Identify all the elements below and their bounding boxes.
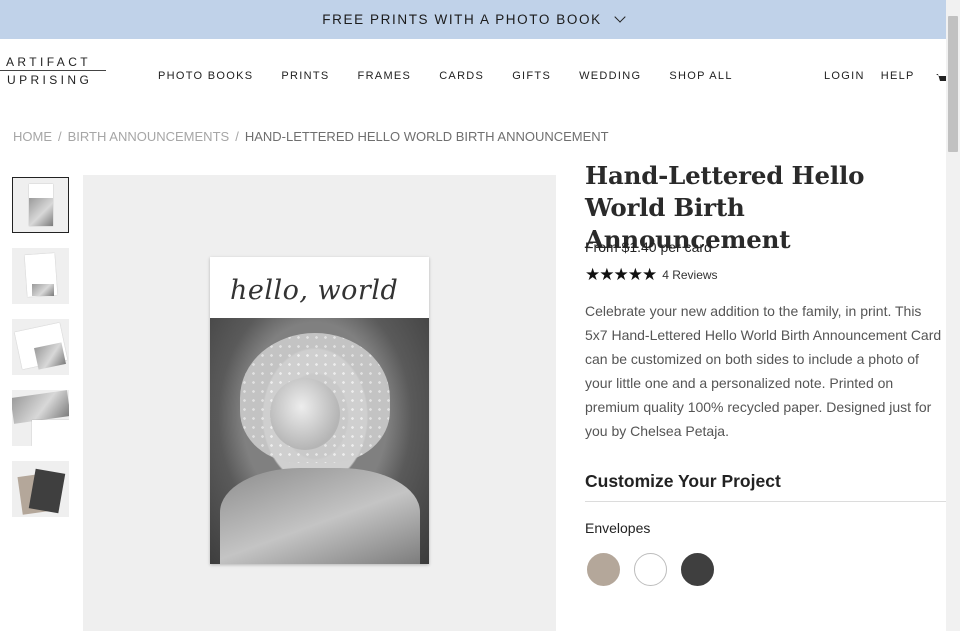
thumbnail-list <box>12 177 69 532</box>
thumbnail-4[interactable] <box>12 390 69 446</box>
envelopes-label: Envelopes <box>585 520 651 536</box>
announcement-card: hello, world <box>210 257 429 564</box>
nav-cards[interactable]: CARDS <box>439 70 484 82</box>
customize-title: Customize Your Project <box>585 471 781 491</box>
nav-photo-books[interactable]: PHOTO BOOKS <box>158 70 253 82</box>
login-link[interactable]: LOGIN <box>824 70 865 82</box>
nav-prints[interactable]: PRINTS <box>281 70 329 82</box>
envelope-swatch-charcoal[interactable] <box>681 553 714 586</box>
breadcrumb-current: HAND-LETTERED HELLO WORLD BIRTH ANNOUNCE… <box>244 129 609 144</box>
site-header: ARTIFACT UPRISING PHOTO BOOKS PRINTS FRA… <box>0 39 946 115</box>
product-description: Celebrate your new addition to the famil… <box>585 303 942 439</box>
thumbnail-2[interactable] <box>12 248 69 304</box>
envelope-swatches <box>587 553 714 586</box>
promo-banner[interactable]: FREE PRINTS WITH A PHOTO BOOK <box>0 0 946 39</box>
logo-line-2: UPRISING <box>7 73 93 87</box>
baby-photo <box>210 318 429 564</box>
breadcrumb: HOME / BIRTH ANNOUNCEMENTS / HAND-LETTER… <box>13 129 609 144</box>
envelope-swatch-white[interactable] <box>634 553 667 586</box>
thumbnail-5[interactable] <box>12 461 69 517</box>
product-rating[interactable]: ★★★★★ 4 Reviews <box>585 265 718 285</box>
logo-rule <box>0 70 106 71</box>
nav-gifts[interactable]: GIFTS <box>512 70 551 82</box>
page-scrollbar[interactable] <box>946 0 960 631</box>
nav-frames[interactable]: FRAMES <box>358 70 412 82</box>
chevron-down-icon[interactable] <box>614 11 626 23</box>
envelope-swatch-taupe[interactable] <box>587 553 620 586</box>
cart-icon[interactable] <box>936 72 946 82</box>
card-header: hello, world <box>210 257 429 318</box>
breadcrumb-separator: / <box>235 129 239 144</box>
card-script-text: hello, world <box>230 275 399 306</box>
logo[interactable]: ARTIFACT UPRISING <box>0 55 106 87</box>
thumbnail-3[interactable] <box>12 319 69 375</box>
nav-shop-all[interactable]: SHOP ALL <box>669 70 732 82</box>
promo-text: FREE PRINTS WITH A PHOTO BOOK <box>322 12 602 27</box>
product-main-image[interactable]: hello, world <box>83 175 556 631</box>
breadcrumb-separator: / <box>58 129 62 144</box>
star-rating-icon: ★★★★★ <box>585 265 657 284</box>
logo-line-1: ARTIFACT <box>6 55 91 69</box>
section-divider <box>585 501 946 502</box>
utility-nav: LOGIN HELP <box>824 70 915 82</box>
help-link[interactable]: HELP <box>881 70 915 82</box>
thumbnail-1[interactable] <box>12 177 69 233</box>
main-nav: PHOTO BOOKS PRINTS FRAMES CARDS GIFTS WE… <box>158 70 733 82</box>
product-price: From $1.40 per card <box>585 239 712 255</box>
breadcrumb-home[interactable]: HOME <box>13 129 52 144</box>
reviews-link[interactable]: 4 Reviews <box>662 268 717 282</box>
breadcrumb-birth-announcements[interactable]: BIRTH ANNOUNCEMENTS <box>68 129 230 144</box>
scrollbar-thumb[interactable] <box>948 16 958 152</box>
nav-wedding[interactable]: WEDDING <box>579 70 641 82</box>
